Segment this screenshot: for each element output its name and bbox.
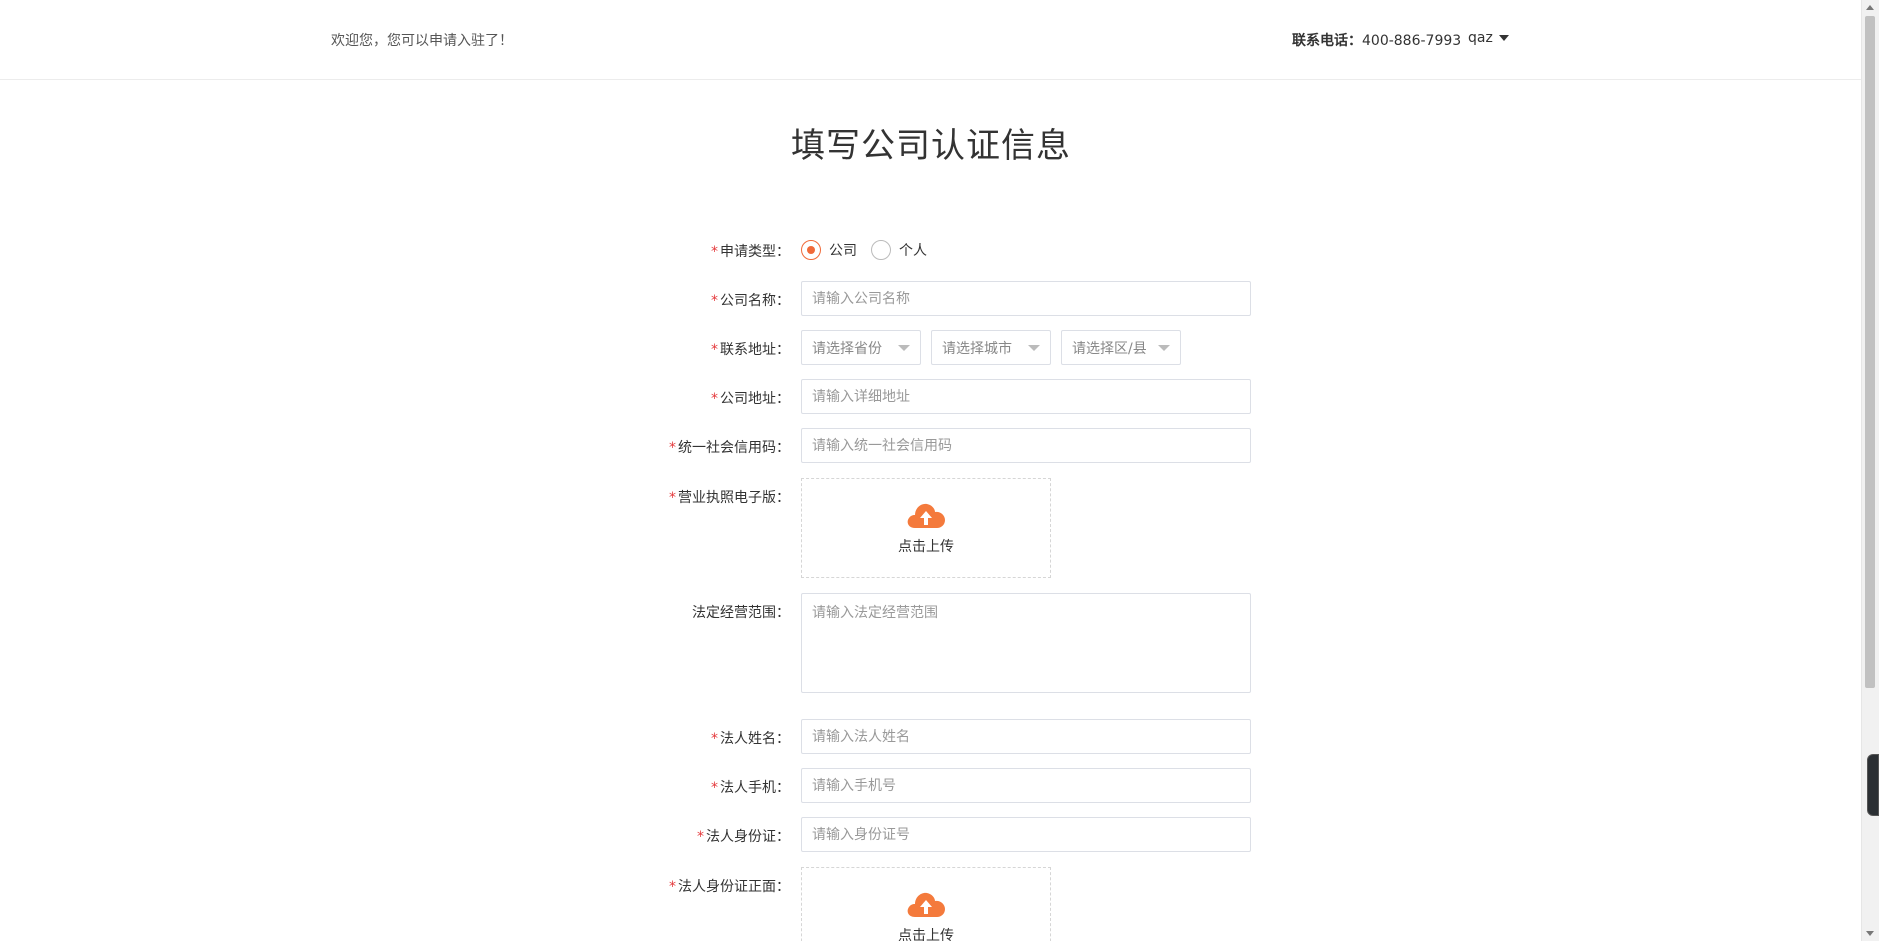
- legal-name-input[interactable]: [801, 719, 1251, 754]
- legal-name-label: * 法人姓名：: [711, 731, 790, 747]
- business-license-label: * 营业执照电子版：: [669, 490, 790, 506]
- legal-phone-label: * 法人手机：: [711, 780, 790, 796]
- company-name-label: * 公司名称：: [711, 293, 790, 309]
- required-mark: *: [711, 731, 718, 747]
- required-mark: *: [697, 829, 704, 845]
- scroll-down-arrow-icon[interactable]: [1866, 931, 1874, 936]
- company-address-input[interactable]: [801, 379, 1251, 414]
- upload-text: 点击上传: [898, 928, 954, 941]
- required-mark: *: [711, 244, 718, 260]
- required-mark: *: [669, 490, 676, 506]
- legal-phone-input[interactable]: [801, 768, 1251, 803]
- top-bar: 欢迎您，您可以申请入驻了！ 联系电话：400-886-7993 qaz: [0, 0, 1862, 80]
- required-mark: *: [669, 440, 676, 456]
- contact-address-label: * 联系地址：: [711, 342, 790, 358]
- dropdown-arrow-icon: [1028, 344, 1040, 351]
- cloud-upload-icon: [907, 503, 945, 528]
- business-scope-textarea[interactable]: [801, 593, 1251, 693]
- radio-company[interactable]: 公司: [801, 240, 857, 260]
- side-widget-handle[interactable]: [1867, 754, 1879, 816]
- required-mark: *: [711, 293, 718, 309]
- legal-id-front-label: * 法人身份证正面：: [669, 879, 790, 895]
- dropdown-arrow-icon: [898, 344, 910, 351]
- required-mark: *: [711, 780, 718, 796]
- credit-code-label: * 统一社会信用码：: [669, 440, 790, 456]
- required-mark: *: [711, 342, 718, 358]
- cloud-upload-icon: [907, 892, 945, 917]
- username: qaz: [1468, 30, 1493, 46]
- scroll-thumb[interactable]: [1865, 16, 1875, 688]
- dropdown-arrow-icon: [1158, 344, 1170, 351]
- page-title: 填写公司认证信息: [791, 126, 1071, 166]
- page: 欢迎您，您可以申请入驻了！ 联系电话：400-886-7993 qaz 填写公司…: [0, 0, 1879, 941]
- credit-code-input[interactable]: [801, 428, 1251, 463]
- apply-type-label: * 申请类型：: [711, 244, 790, 260]
- legal-id-input[interactable]: [801, 817, 1251, 852]
- user-menu[interactable]: qaz: [1468, 30, 1509, 46]
- legal-id-label: * 法人身份证：: [697, 829, 790, 845]
- required-mark: *: [711, 391, 718, 407]
- scroll-up-arrow-icon[interactable]: [1866, 5, 1874, 10]
- upload-text: 点击上传: [898, 539, 954, 555]
- radio-checked-icon: [801, 240, 821, 260]
- contact-info: 联系电话：400-886-7993: [1292, 30, 1461, 50]
- legal-id-front-upload[interactable]: 点击上传: [801, 867, 1051, 941]
- contact-label: 联系电话：: [1292, 33, 1362, 49]
- company-name-input[interactable]: [801, 281, 1251, 316]
- business-scope-label: 法定经营范围：: [692, 605, 790, 621]
- required-mark: *: [669, 879, 676, 895]
- province-select[interactable]: 请选择省份: [801, 330, 921, 365]
- contact-phone: 400-886-7993: [1362, 33, 1462, 49]
- radio-unchecked-icon: [871, 240, 891, 260]
- radio-individual[interactable]: 个人: [871, 240, 927, 260]
- welcome-text: 欢迎您，您可以申请入驻了！: [331, 33, 513, 49]
- business-license-upload[interactable]: 点击上传: [801, 478, 1051, 578]
- city-select[interactable]: 请选择城市: [931, 330, 1051, 365]
- apply-type-radios: 公司 个人: [801, 238, 927, 262]
- company-address-label: * 公司地址：: [711, 391, 790, 407]
- caret-down-icon: [1498, 35, 1509, 41]
- district-select[interactable]: 请选择区/县: [1061, 330, 1181, 365]
- address-selects: 请选择省份 请选择城市 请选择区/县: [801, 330, 1181, 365]
